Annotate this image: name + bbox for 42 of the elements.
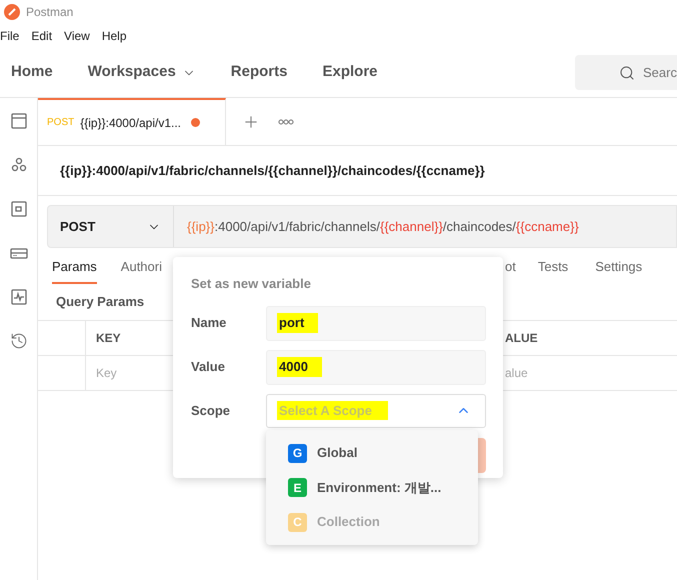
scope-option[interactable]: Global: [317, 443, 358, 463]
menu-item[interactable]: Help: [102, 27, 127, 45]
text-field[interactable]: port: [266, 306, 486, 340]
field-label: Value: [191, 358, 226, 376]
section-tab[interactable]: Tests: [538, 256, 568, 284]
highlighted-value: 4000: [277, 357, 322, 377]
nav-item[interactable]: Explore: [322, 61, 378, 84]
nav-item[interactable]: Workspaces: [88, 61, 196, 84]
activity-icon[interactable]: [10, 288, 28, 306]
window-title: Postman: [26, 4, 74, 21]
query-params-label: Query Params: [56, 293, 144, 312]
collection-icon[interactable]: [10, 112, 28, 130]
nav-item[interactable]: Home: [11, 61, 53, 84]
field-label: Scope: [191, 402, 232, 420]
request-title: {{ip}}:4000/api/v1/fabric/channels/{{channel}}/chaincodes/{{ccname}}: [60, 162, 485, 180]
search-icon: [619, 64, 635, 80]
section-tab[interactable]: Authori: [120, 256, 162, 284]
request-tab[interactable]: POST {{ip}}:4000/api/v1...: [38, 98, 226, 145]
screen-icon[interactable]: [10, 200, 28, 218]
popup-title: Set as new variable: [191, 275, 312, 293]
column-header: ALUE: [505, 330, 538, 347]
app-logo-icon: [4, 4, 20, 20]
nav-item[interactable]: Reports: [230, 61, 288, 84]
field-label: Name: [191, 314, 228, 332]
column-header: KEY: [96, 330, 121, 347]
section-tab[interactable]: Settings: [595, 256, 642, 284]
history-icon[interactable]: [10, 332, 28, 350]
menu-item[interactable]: File: [0, 27, 20, 45]
scope-badge: G: [288, 444, 307, 462]
text-field[interactable]: 4000: [266, 350, 486, 384]
more-icon[interactable]: [278, 118, 294, 124]
section-tab[interactable]: Params: [52, 256, 97, 284]
scope-badge: E: [288, 478, 307, 497]
scope-placeholder: Select A Scope: [277, 400, 388, 420]
menu-item[interactable]: Edit: [31, 27, 52, 45]
section-tab[interactable]: ot: [505, 256, 516, 284]
search-field[interactable]: Searc: [575, 55, 677, 90]
highlighted-value: port: [277, 313, 318, 333]
circles-icon[interactable]: [10, 156, 28, 174]
menu-item[interactable]: View: [64, 27, 90, 45]
scope-badge: C: [288, 512, 307, 532]
scope-option[interactable]: Environment: 개발...: [317, 478, 442, 498]
